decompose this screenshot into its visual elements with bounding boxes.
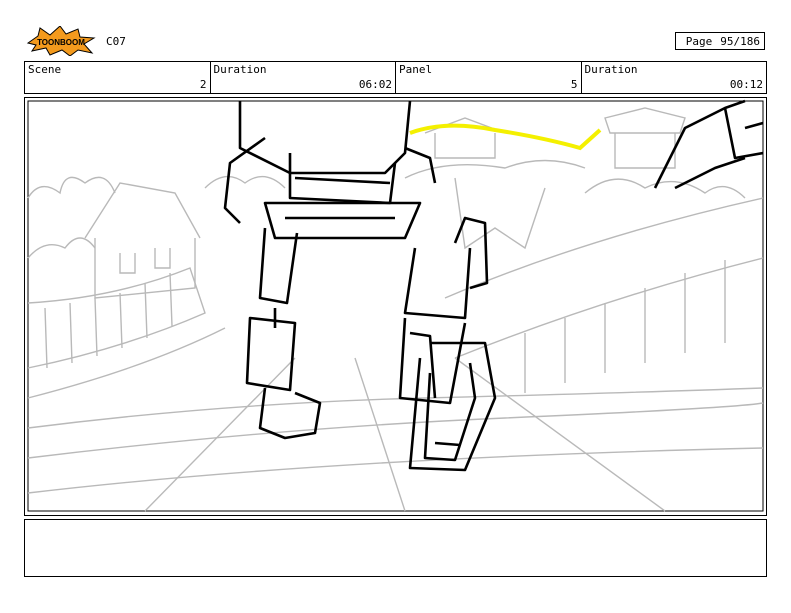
duration-cell: Duration 06:02 [211,62,396,93]
info-bar: Scene 2 Duration 06:02 Panel 5 Duration … [24,61,767,94]
storyboard-panel [24,97,767,516]
panel-duration-cell: Duration 00:12 [582,62,767,93]
notes-box [24,519,767,577]
panel-cell: Panel 5 [396,62,582,93]
highlight-path [409,123,602,151]
panel-label: Panel [399,63,433,76]
sketch-drawing [27,99,764,512]
duration-value: 06:02 [358,78,392,91]
panel-value: 5 [570,78,578,91]
page-value: 95/186 [720,34,760,48]
storyboard-code: C07 [106,35,126,48]
panel-duration-value: 00:12 [729,78,763,91]
scene-cell: Scene 2 [25,62,211,93]
logo-text: TOONBOOM [37,38,85,47]
panel-duration-label: Duration [584,63,638,76]
toonboom-logo: TOONBOOM [26,25,96,57]
page-indicator: Page 95/186 [675,32,765,50]
scene-label: Scene [28,63,62,76]
page-label: Page [685,34,713,48]
duration-label: Duration [213,63,267,76]
scene-value: 2 [199,78,207,91]
robot-sketch [223,99,764,472]
